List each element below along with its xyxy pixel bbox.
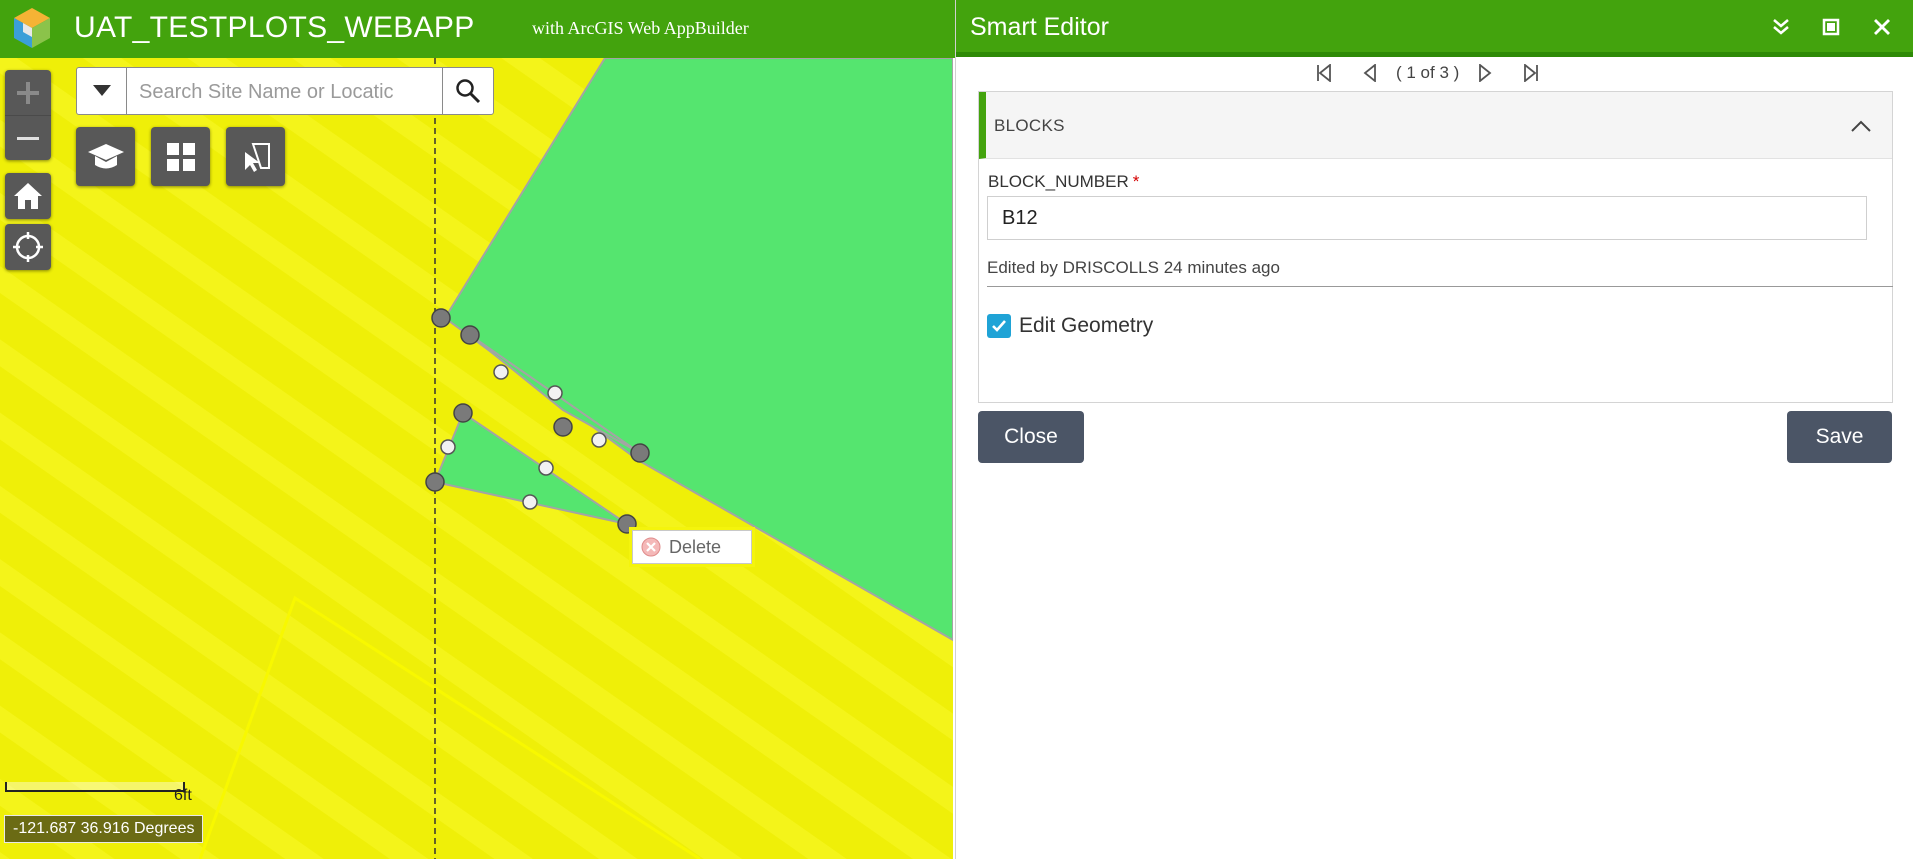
first-page-icon bbox=[1317, 64, 1331, 82]
zoom-in-button[interactable] bbox=[5, 70, 51, 115]
layer-name: BLOCKS bbox=[994, 116, 1065, 135]
zoom-control bbox=[5, 70, 51, 160]
home-icon bbox=[14, 183, 42, 209]
next-page-icon bbox=[1479, 64, 1492, 82]
delete-label: Delete bbox=[669, 536, 722, 557]
chevron-up-icon[interactable] bbox=[1848, 113, 1874, 139]
app-subtitle: with ArcGIS Web AppBuilder bbox=[532, 18, 749, 38]
close-button[interactable]: Close bbox=[978, 411, 1084, 463]
edit-geometry-checkbox[interactable]: Edit Geometry bbox=[987, 314, 1153, 338]
select-edit-icon bbox=[244, 142, 270, 172]
attribute-form: BLOCKS BLOCK_NUMBER* Edited by DRISCOLLS… bbox=[978, 91, 1893, 403]
layer-section-header[interactable]: BLOCKS bbox=[979, 92, 1892, 159]
scale-bar-label: 6ft bbox=[174, 787, 192, 804]
about-widget-button[interactable] bbox=[76, 127, 135, 186]
search-widget bbox=[76, 67, 494, 115]
scale-bar bbox=[5, 782, 185, 792]
basemap-gallery-button[interactable] bbox=[151, 127, 210, 186]
search-input[interactable] bbox=[137, 76, 441, 108]
save-button[interactable]: Save bbox=[1787, 411, 1892, 463]
editor-title: Smart Editor bbox=[970, 13, 1109, 41]
pager-text: ( 1 of 3 ) bbox=[1396, 63, 1460, 82]
next-feature-button[interactable] bbox=[1469, 60, 1501, 86]
maximize-icon bbox=[1822, 18, 1840, 36]
block-number-field[interactable] bbox=[987, 196, 1867, 240]
home-button[interactable] bbox=[5, 173, 51, 219]
block-number-label: BLOCK_NUMBER * bbox=[988, 172, 1139, 192]
search-source-dropdown[interactable] bbox=[77, 68, 127, 114]
plus-icon bbox=[17, 81, 39, 104]
delete-icon bbox=[641, 537, 661, 557]
close-icon bbox=[1874, 19, 1890, 35]
app-title: UAT_TESTPLOTS_WEBAPP bbox=[74, 11, 475, 44]
divider bbox=[987, 286, 1893, 287]
grid-icon bbox=[166, 142, 195, 171]
double-chevron-down-icon bbox=[1773, 19, 1789, 35]
required-mark: * bbox=[1132, 172, 1140, 191]
smart-editor-panel: Smart Editor (1 of 3) BLOCKS BLOCK_NUM… bbox=[955, 0, 1913, 859]
my-location-button[interactable] bbox=[5, 224, 51, 270]
zoom-out-button[interactable] bbox=[5, 115, 51, 161]
feature-pager: ( 1 of 3 ) bbox=[1308, 60, 1547, 86]
field-label-text: BLOCK_NUMBER bbox=[988, 172, 1129, 191]
minus-icon bbox=[17, 136, 39, 140]
delete-vertex-popup[interactable]: Delete bbox=[632, 530, 752, 564]
last-feature-button[interactable] bbox=[1515, 60, 1547, 86]
editor-header: Smart Editor bbox=[956, 0, 1913, 57]
graduation-cap-icon bbox=[87, 143, 124, 168]
last-page-icon bbox=[1524, 64, 1539, 82]
search-button[interactable] bbox=[442, 68, 493, 114]
checkbox-checked-icon[interactable] bbox=[987, 314, 1011, 338]
checkmark-icon bbox=[992, 320, 1006, 332]
locate-icon bbox=[13, 232, 43, 262]
first-feature-button[interactable] bbox=[1308, 60, 1340, 86]
maximize-panel-button[interactable] bbox=[1818, 14, 1844, 40]
map-canvas[interactable] bbox=[0, 58, 953, 859]
search-icon bbox=[456, 79, 481, 104]
collapse-panel-button[interactable] bbox=[1768, 14, 1794, 40]
previous-page-icon bbox=[1363, 64, 1376, 82]
edit-geometry-label: Edit Geometry bbox=[1019, 314, 1154, 337]
app-logo-icon bbox=[10, 6, 54, 50]
edit-widget-button[interactable] bbox=[226, 127, 285, 186]
caret-down-icon bbox=[92, 85, 111, 96]
edited-by-text: Edited by DRISCOLLS 24 minutes ago bbox=[987, 258, 1280, 277]
coordinate-readout: -121.687 36.916 Degrees bbox=[4, 815, 204, 843]
app-header: UAT_TESTPLOTS_WEBAPP with ArcGIS Web App… bbox=[0, 0, 955, 58]
close-panel-button[interactable] bbox=[1869, 14, 1895, 40]
map-view[interactable]: Delete 6ft -121.687 36.916 Degrees bbox=[0, 58, 953, 859]
previous-feature-button[interactable] bbox=[1354, 60, 1386, 86]
